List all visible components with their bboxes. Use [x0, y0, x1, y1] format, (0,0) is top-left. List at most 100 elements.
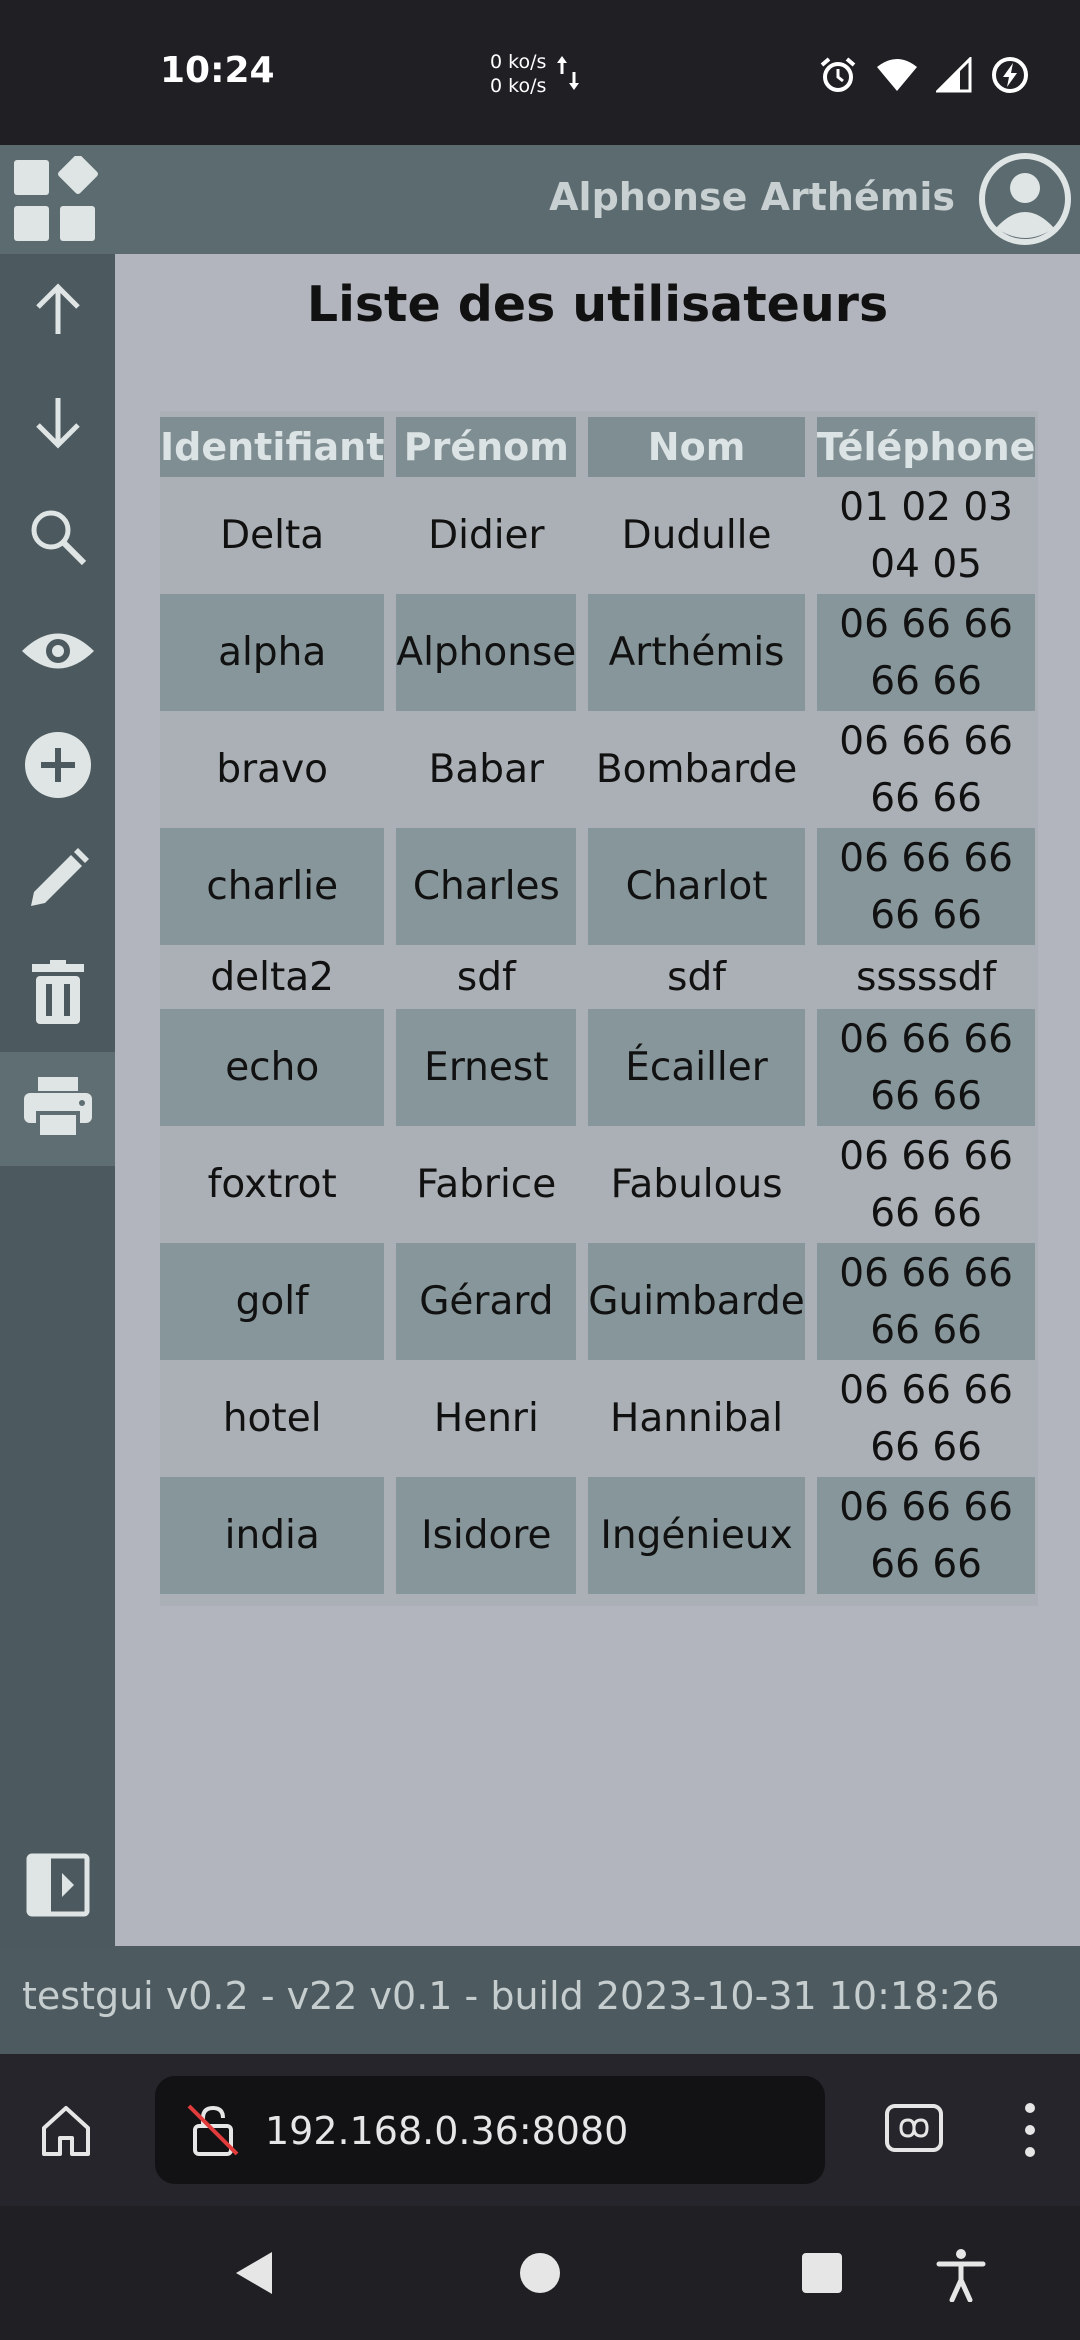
insecure-lock-icon[interactable] [185, 2102, 241, 2162]
tabs-icon [884, 2104, 944, 2157]
battery-saver-icon [990, 55, 1030, 99]
table-row[interactable]: echo Ernest Écailler 06 66 66 66 66 [160, 1009, 1036, 1126]
edit-button[interactable] [0, 824, 115, 938]
eye-icon [20, 626, 96, 680]
home-icon [38, 2106, 94, 2162]
back-button[interactable] [232, 2248, 276, 2302]
back-triangle-icon [232, 2252, 276, 2302]
search-button[interactable] [0, 482, 115, 596]
app-footer: testgui v0.2 - v22 v0.1 - build 2023-10-… [0, 1946, 1080, 2054]
move-down-button[interactable] [0, 368, 115, 482]
address-bar[interactable]: 192.168.0.36:8080 [155, 2076, 825, 2184]
app-menu-icon[interactable] [12, 154, 102, 250]
table-row[interactable]: golf Gérard Guimbarde 06 66 66 66 66 [160, 1243, 1036, 1360]
accessibility-button[interactable] [936, 2248, 986, 2306]
table-row[interactable]: alpha Alphonse Arthémis 06 66 66 66 66 [160, 594, 1036, 711]
column-header-prenom[interactable]: Prénom [396, 417, 577, 477]
printer-icon [22, 1075, 94, 1143]
cell-nom: Dudulle [621, 513, 772, 558]
view-button[interactable] [0, 596, 115, 710]
print-button[interactable] [0, 1052, 115, 1166]
wifi-icon [876, 58, 918, 96]
cell-telephone: 06 66 66 66 66 [816, 1243, 1036, 1360]
arrow-up-icon [28, 279, 88, 343]
table-row[interactable]: foxtrot Fabrice Fabulous 06 66 66 66 66 [160, 1126, 1035, 1243]
alarm-icon [818, 55, 858, 99]
cell-prenom: Alphonse [396, 594, 577, 711]
main-content: Liste des utilisateurs Identifiant Préno… [115, 254, 1080, 1946]
cell-identifiant: echo [160, 1009, 385, 1126]
cell-prenom: Charles [396, 828, 577, 945]
cell-prenom: Didier [428, 513, 545, 558]
accessibility-icon [936, 2249, 986, 2306]
network-speed: 0 ko/s 0 ko/s [490, 50, 546, 98]
column-header-nom[interactable]: Nom [588, 417, 805, 477]
cell-telephone: 06 66 66 66 66 [816, 1477, 1036, 1594]
table-row[interactable]: charlie Charles Charlot 06 66 66 66 66 [160, 828, 1036, 945]
table-row[interactable]: delta2 sdf sdf sssssdf [160, 945, 1035, 1009]
collapse-sidebar-button[interactable] [0, 1843, 115, 1931]
cell-prenom: Fabrice [416, 1162, 557, 1207]
signal-icon [934, 55, 972, 97]
table-row[interactable]: india Isidore Ingénieux 06 66 66 66 66 [160, 1477, 1036, 1594]
page-title: Liste des utilisateurs [306, 276, 889, 333]
table-row[interactable]: bravo Babar Bombarde 06 66 66 66 66 [160, 711, 1035, 828]
add-button[interactable] [0, 710, 115, 824]
cell-telephone: 06 66 66 66 66 [816, 594, 1036, 711]
table-header-row: Identifiant Prénom Nom Téléphone [160, 417, 1036, 477]
cell-telephone: 06 66 66 66 66 [839, 1367, 1013, 1470]
delete-button[interactable] [0, 938, 115, 1052]
table-row[interactable]: Delta Didier Dudulle 01 02 03 04 05 [160, 477, 1035, 594]
cell-nom: Hannibal [610, 1396, 784, 1441]
cell-telephone: 06 66 66 66 66 [839, 718, 1013, 821]
user-name[interactable]: Alphonse Arthémis [549, 175, 955, 219]
status-bar: 10:24 0 ko/s 0 ko/s [0, 0, 1080, 145]
user-avatar-icon[interactable] [978, 152, 1072, 250]
cell-identifiant: india [160, 1477, 385, 1594]
data-transfer-icon [556, 54, 580, 96]
browser-menu-button[interactable] [1020, 2100, 1040, 2164]
tabs-button[interactable] [884, 2103, 944, 2157]
network-speed-up: 0 ko/s [490, 51, 547, 73]
cell-prenom: Babar [428, 747, 544, 792]
home-circle-icon [518, 2253, 562, 2302]
table-row[interactable]: hotel Henri Hannibal 06 66 66 66 66 [160, 1360, 1035, 1477]
cell-prenom: sdf [456, 954, 516, 1000]
recents-button[interactable] [800, 2248, 844, 2302]
more-vertical-icon [1020, 2103, 1040, 2164]
cell-prenom: Isidore [396, 1477, 577, 1594]
cell-prenom: Gérard [396, 1243, 577, 1360]
panel-collapse-icon [26, 1853, 90, 1921]
users-table: Identifiant Prénom Nom Téléphone Delta D… [148, 417, 1047, 1594]
column-header-telephone[interactable]: Téléphone [816, 417, 1036, 477]
trash-icon [30, 960, 86, 1030]
add-circle-icon [23, 730, 93, 804]
cell-identifiant: alpha [160, 594, 385, 711]
cell-identifiant: foxtrot [207, 1162, 337, 1207]
pencil-icon [25, 846, 91, 916]
cell-nom: Écailler [588, 1009, 805, 1126]
cell-telephone: 01 02 03 04 05 [839, 484, 1013, 587]
cell-identifiant: Delta [220, 513, 325, 558]
browser-home-button[interactable] [38, 2102, 94, 2162]
cell-telephone: 06 66 66 66 66 [839, 1133, 1013, 1236]
cell-nom: Bombarde [595, 747, 798, 792]
network-speed-down: 0 ko/s [490, 75, 547, 97]
move-up-button[interactable] [0, 254, 115, 368]
cell-telephone: sssssdf [856, 954, 997, 1000]
column-header-identifiant[interactable]: Identifiant [160, 417, 385, 477]
url-text[interactable]: 192.168.0.36:8080 [265, 2109, 628, 2153]
build-info: testgui v0.2 - v22 v0.1 - build 2023-10-… [22, 1974, 1000, 2018]
home-nav-button[interactable] [518, 2248, 562, 2302]
cell-nom: Arthémis [588, 594, 805, 711]
cell-identifiant: delta2 [210, 954, 334, 1000]
cell-nom: sdf [667, 954, 726, 1000]
recents-square-icon [800, 2253, 844, 2302]
cell-nom: Fabulous [610, 1162, 783, 1207]
cell-telephone: 06 66 66 66 66 [816, 1009, 1036, 1126]
cell-telephone: 06 66 66 66 66 [816, 828, 1036, 945]
users-table-container: Identifiant Prénom Nom Téléphone Delta D… [160, 411, 1038, 1606]
cell-nom: Ingénieux [588, 1477, 805, 1594]
sidebar [0, 254, 115, 1946]
status-time: 10:24 [160, 50, 275, 91]
